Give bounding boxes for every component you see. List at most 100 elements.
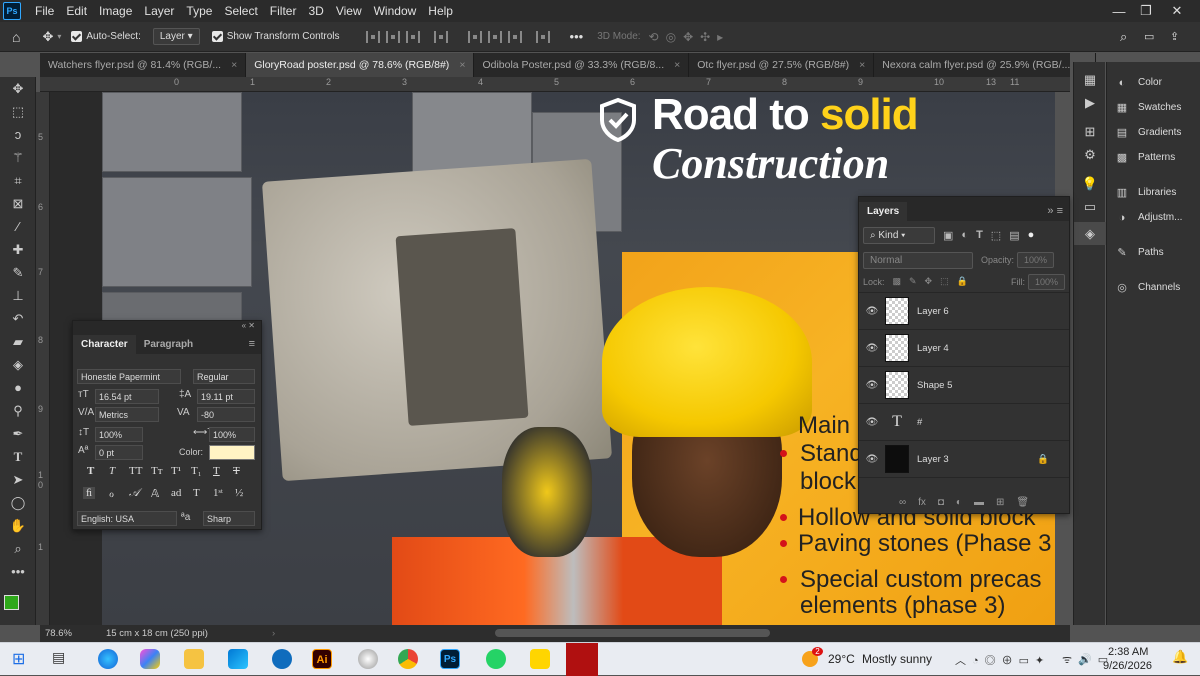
- show-transform-toggle[interactable]: Show Transform Controls: [211, 31, 340, 42]
- tab-paragraph[interactable]: Paragraph: [136, 335, 201, 354]
- illustrator-icon[interactable]: Ai: [312, 649, 332, 669]
- hand-tool-icon[interactable]: ✋: [0, 514, 36, 537]
- paint-bucket-icon[interactable]: ◈: [0, 353, 36, 376]
- group-folder-icon[interactable]: ▬: [974, 497, 984, 508]
- filter-toggle-icon[interactable]: ●: [1028, 229, 1035, 241]
- close-tab-icon[interactable]: ×: [859, 59, 865, 71]
- learn-icon[interactable]: 💡: [1074, 172, 1106, 195]
- align-top-icon[interactable]: [467, 30, 482, 43]
- smart-filter-icon[interactable]: ▤: [1009, 229, 1019, 242]
- align-right-icon[interactable]: [405, 30, 420, 43]
- outlook-icon[interactable]: [272, 649, 292, 669]
- edge-icon[interactable]: [98, 649, 118, 669]
- properties-icon[interactable]: ⊞: [1074, 120, 1106, 143]
- close-button[interactable]: ✕: [1154, 0, 1200, 22]
- link-layers-icon[interactable]: ∞: [899, 497, 906, 508]
- distribute-icon[interactable]: [433, 30, 448, 43]
- eraser-icon[interactable]: ▰: [0, 330, 36, 353]
- status-menu-icon[interactable]: ›: [272, 625, 275, 642]
- panel-menu-icon[interactable]: ≡: [249, 338, 255, 350]
- faux-italic-icon[interactable]: T: [109, 465, 115, 477]
- menu-select[interactable]: Select: [218, 0, 263, 22]
- move-tool-icon[interactable]: ✥: [0, 77, 36, 100]
- layer-row[interactable]: 👁 Layer 4: [859, 330, 1069, 367]
- history-icon[interactable]: ▦: [1074, 68, 1106, 91]
- panel-menu-icon[interactable]: » ≡: [1047, 205, 1063, 217]
- fx-icon[interactable]: fx: [918, 497, 926, 508]
- align-middle-icon[interactable]: [487, 30, 502, 43]
- panel-gradients[interactable]: ▤ Gradients: [1107, 120, 1200, 145]
- layer-row[interactable]: 👁 Layer 6: [859, 293, 1069, 330]
- path-select-icon[interactable]: ➤: [0, 468, 36, 491]
- shape-filter-icon[interactable]: ⬚: [991, 229, 1001, 242]
- discretionary-ligatures-icon[interactable]: ad: [171, 487, 181, 499]
- lock-icons[interactable]: ▩✎✥⬚🔒: [893, 276, 976, 287]
- visibility-eye-icon[interactable]: 👁: [859, 380, 885, 391]
- underline-icon[interactable]: T: [213, 465, 220, 477]
- tracking-field[interactable]: -80: [197, 407, 255, 422]
- align-bottom-icon[interactable]: [507, 30, 522, 43]
- text-color-swatch[interactable]: [209, 445, 255, 460]
- horizontal-scale-field[interactable]: 100%: [209, 427, 255, 442]
- superscript-icon[interactable]: T¹: [171, 465, 181, 477]
- panel-adjustments[interactable]: ◑ Adjustm...: [1107, 205, 1200, 230]
- faux-bold-icon[interactable]: T: [87, 465, 94, 477]
- tab-odibola[interactable]: Odibola Poster.psd @ 33.3% (RGB/8... ×: [474, 53, 690, 77]
- auto-select-toggle[interactable]: Auto-Select:: [71, 31, 141, 42]
- adjustment-layer-icon[interactable]: ◐: [956, 497, 962, 508]
- fill-field[interactable]: 100%: [1027, 273, 1065, 290]
- chrome-icon[interactable]: [398, 649, 418, 669]
- menu-image[interactable]: Image: [93, 0, 138, 22]
- titling-icon[interactable]: T: [193, 487, 200, 499]
- marquee-tool-icon[interactable]: ⬚: [0, 100, 36, 123]
- horizontal-scrollbar[interactable]: [495, 629, 770, 637]
- ligatures-icon[interactable]: ﬁ: [83, 487, 96, 499]
- lasso-tool-icon[interactable]: ↄ: [0, 123, 36, 146]
- subscript-icon[interactable]: T₁: [191, 465, 202, 477]
- task-view-icon[interactable]: ▤: [52, 649, 72, 669]
- move-tool-icon[interactable]: ✥: [42, 29, 53, 45]
- fractions-icon[interactable]: ½: [235, 487, 243, 499]
- adjust-icon[interactable]: ⚙: [1074, 143, 1106, 166]
- layer-filter-dropdown[interactable]: ⌕ Kind ▾: [863, 226, 935, 244]
- actions-play-icon[interactable]: ▶: [1074, 91, 1106, 114]
- tab-gloryroad[interactable]: GloryRoad poster.psd @ 78.6% (RGB/8#) ×: [246, 53, 475, 77]
- zoom-level[interactable]: 78.6%: [45, 625, 72, 642]
- sticky-notes-icon[interactable]: [530, 649, 550, 669]
- panel-color[interactable]: ◐ Color: [1107, 70, 1200, 95]
- tray-icons[interactable]: ︿◔◎⊕▭✦: [955, 652, 1050, 668]
- tab-nexora[interactable]: Nexora calm flyer.psd @ 25.9% (RGB/...×: [874, 53, 1096, 77]
- document-info[interactable]: 15 cm x 18 cm (250 ppi): [106, 625, 208, 642]
- brush-tool-icon[interactable]: ✎: [0, 261, 36, 284]
- search-icon[interactable]: ⌕: [1120, 29, 1127, 45]
- panel-channels[interactable]: ◎ Channels: [1107, 275, 1200, 300]
- panel-swatches[interactable]: ▦ Swatches: [1107, 95, 1200, 120]
- swash-icon[interactable]: 𝒜: [129, 487, 139, 500]
- kerning-field[interactable]: Metrics: [95, 407, 159, 422]
- tab-watchers[interactable]: Watchers flyer.psd @ 81.4% (RGB/... ×: [40, 53, 247, 77]
- adjustment-filter-icon[interactable]: ◐: [961, 229, 968, 241]
- menu-help[interactable]: Help: [422, 0, 459, 22]
- workspace-icon[interactable]: ▭: [1144, 30, 1154, 43]
- magic-wand-icon[interactable]: ⚚: [0, 146, 36, 169]
- layer-row[interactable]: 👁 Layer 3 🔒: [859, 441, 1069, 478]
- dodge-tool-icon[interactable]: ⚲: [0, 399, 36, 422]
- whatsapp-icon[interactable]: [486, 649, 506, 669]
- blur-tool-icon[interactable]: ●: [0, 376, 36, 399]
- crop-tool-icon[interactable]: ⌗: [0, 169, 36, 192]
- panel-collapse-bar[interactable]: « ✕: [73, 321, 261, 332]
- old-style-icon[interactable]: ℴ: [109, 487, 114, 500]
- photoshop-logo[interactable]: Ps: [3, 2, 21, 20]
- blend-mode-dropdown[interactable]: Normal: [863, 251, 973, 269]
- more-options-button[interactable]: •••: [570, 29, 584, 44]
- new-layer-icon[interactable]: ⊞: [996, 497, 1004, 508]
- panel-libraries[interactable]: ▥ Libraries: [1107, 180, 1200, 205]
- comments-icon[interactable]: ▭: [1074, 195, 1106, 218]
- font-style-dropdown[interactable]: Regular: [193, 369, 255, 384]
- foreground-color-swatch[interactable]: [4, 595, 19, 610]
- layer-row[interactable]: 👁 T #: [859, 404, 1069, 441]
- notifications-icon[interactable]: 🔔: [1172, 649, 1188, 665]
- 3d-mode-icons[interactable]: ⟲◎✥✣▸: [649, 30, 731, 44]
- more-tools-icon[interactable]: •••: [0, 560, 36, 583]
- opera-icon[interactable]: [566, 643, 598, 676]
